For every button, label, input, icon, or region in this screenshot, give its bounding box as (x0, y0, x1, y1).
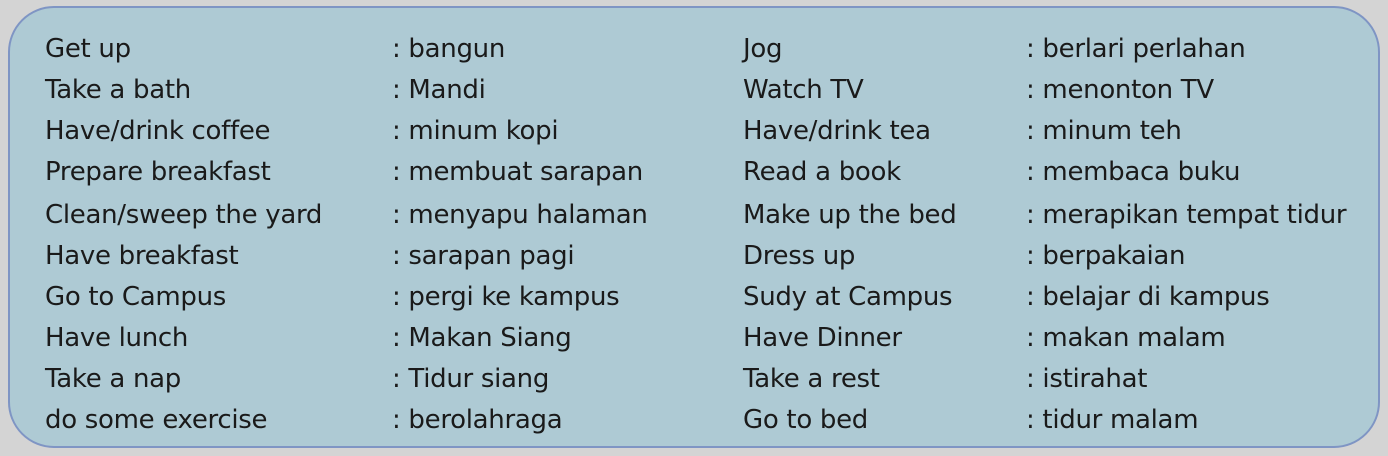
vocab-row: do some exercise : berolahraga Go to bed… (10, 400, 1378, 440)
vocab-row: Prepare breakfast : membuat sarapan Read… (10, 152, 1378, 192)
indonesian-translation: : istirahat (1026, 364, 1148, 394)
indonesian-translation: : menyapu halaman (392, 200, 648, 230)
english-phrase: Have Dinner (743, 323, 902, 353)
english-phrase: Make up the bed (743, 200, 957, 230)
english-phrase: Watch TV (743, 75, 864, 105)
indonesian-translation: : merapikan tempat tidur (1026, 200, 1347, 230)
english-phrase: Dress up (743, 241, 856, 271)
english-phrase: Prepare breakfast (45, 157, 271, 187)
english-phrase: Have breakfast (45, 241, 239, 271)
indonesian-translation: : berpakaian (1026, 241, 1186, 271)
vocab-row: Have lunch : Makan Siang Have Dinner : m… (10, 318, 1378, 358)
indonesian-translation: : pergi ke kampus (392, 282, 620, 312)
english-phrase: Go to bed (743, 405, 868, 435)
english-phrase: Have lunch (45, 323, 189, 353)
english-phrase: Jog (743, 34, 783, 64)
indonesian-translation: : minum kopi (392, 116, 559, 146)
english-phrase: Take a nap (45, 364, 182, 394)
vocab-row: Take a nap : Tidur siang Take a rest : i… (10, 359, 1378, 399)
english-phrase: do some exercise (45, 405, 268, 435)
indonesian-translation: : sarapan pagi (392, 241, 575, 271)
indonesian-translation: : belajar di kampus (1026, 282, 1270, 312)
english-phrase: Have/drink coffee (45, 116, 271, 146)
vocab-row: Go to Campus : pergi ke kampus Sudy at C… (10, 277, 1378, 317)
english-phrase: Read a book (743, 157, 901, 187)
indonesian-translation: : membuat sarapan (392, 157, 643, 187)
indonesian-translation: : Tidur siang (392, 364, 550, 394)
vocab-row: Have breakfast : sarapan pagi Dress up :… (10, 236, 1378, 276)
english-phrase: Go to Campus (45, 282, 227, 312)
english-phrase: Sudy at Campus (743, 282, 953, 312)
indonesian-translation: : membaca buku (1026, 157, 1241, 187)
indonesian-translation: : berolahraga (392, 405, 563, 435)
vocab-row: Get up : bangun Jog : berlari perlahan (10, 29, 1378, 69)
indonesian-translation: : Makan Siang (392, 323, 572, 353)
english-phrase: Have/drink tea (743, 116, 931, 146)
indonesian-translation: : menonton TV (1026, 75, 1214, 105)
indonesian-translation: : bangun (392, 34, 506, 64)
indonesian-translation: : minum teh (1026, 116, 1182, 146)
vocab-row: Take a bath : Mandi Watch TV : menonton … (10, 70, 1378, 110)
english-phrase: Take a rest (743, 364, 880, 394)
english-phrase: Take a bath (45, 75, 191, 105)
indonesian-translation: : makan malam (1026, 323, 1226, 353)
english-phrase: Get up (45, 34, 131, 64)
vocab-row: Have/drink coffee : minum kopi Have/drin… (10, 111, 1378, 151)
vocabulary-panel: Get up : bangun Jog : berlari perlahan T… (8, 6, 1380, 448)
english-phrase: Clean/sweep the yard (45, 200, 323, 230)
vocab-row: Clean/sweep the yard : menyapu halaman M… (10, 195, 1378, 235)
indonesian-translation: : Mandi (392, 75, 486, 105)
indonesian-translation: : tidur malam (1026, 405, 1199, 435)
indonesian-translation: : berlari perlahan (1026, 34, 1246, 64)
